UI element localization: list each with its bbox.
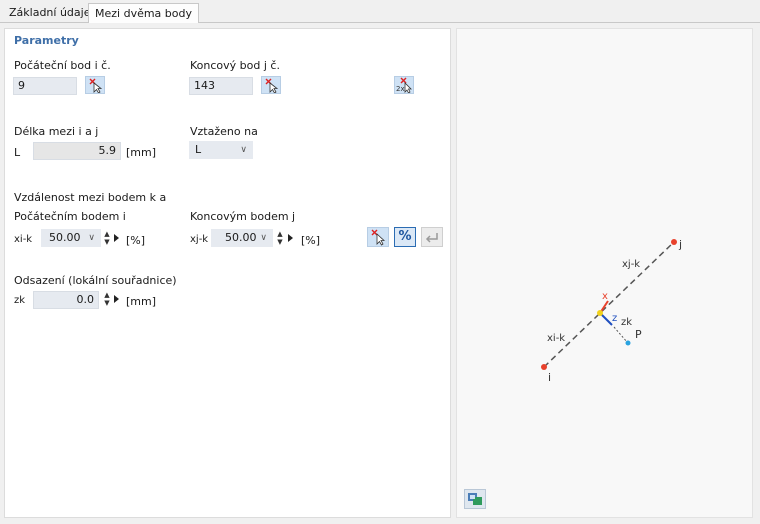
xjk-spinner[interactable]: ▲ ▼ (275, 230, 285, 248)
svg-text:2x: 2x (396, 85, 405, 93)
chevron-down-icon: ∨ (88, 233, 95, 243)
xjk-step-right-icon[interactable] (288, 234, 293, 242)
label-xik: xi-k (547, 333, 565, 344)
tab-bar: Základní údaje Mezi dvěma body (0, 0, 760, 23)
xjk-value: 50.00 (225, 231, 257, 244)
length-unit: [mm] (126, 146, 157, 159)
start-point-label: Počáteční bod i č. (14, 59, 111, 72)
chevron-down-icon: ∨ (260, 233, 267, 243)
point-j (671, 239, 677, 245)
from-end-label: Koncovým bodem j (190, 210, 296, 223)
point-i (541, 364, 547, 370)
from-start-label: Počátečním bodem i (14, 210, 126, 223)
point-p (625, 340, 631, 346)
xik-symbol: xi-k (14, 234, 33, 245)
zk-step-right-icon[interactable] (114, 295, 119, 303)
tab-between-two-points[interactable]: Mezi dvěma body (88, 3, 200, 23)
cursor-pick-two-icon: 2x (396, 77, 412, 94)
distance-title: Vzdálenost mezi bodem k a (14, 191, 167, 204)
line-i-j (543, 241, 675, 368)
display-options-button[interactable] (464, 489, 486, 509)
zk-unit: [mm] (126, 295, 157, 308)
point-k (597, 310, 603, 316)
chevron-down-icon: ∨ (240, 145, 247, 155)
label-x: x (602, 291, 608, 302)
percent-toggle-button[interactable]: % (394, 227, 416, 247)
xik-input[interactable]: 50.00 ∨ (41, 229, 101, 247)
label-j: j (678, 238, 682, 251)
xik-spinner[interactable]: ▲ ▼ (102, 230, 112, 248)
cursor-pick-icon (89, 78, 103, 94)
xjk-symbol: xj-k (190, 234, 209, 245)
zk-input[interactable]: 0.0 (33, 291, 99, 309)
reference-label: Vztaženo na (190, 125, 258, 138)
label-xjk: xj-k (622, 259, 640, 270)
label-z: z (612, 313, 617, 324)
diagram-panel: i j xj-k xi-k x z zk P (456, 28, 753, 518)
display-options-icon (468, 493, 482, 505)
length-value: 5.9 (33, 142, 121, 160)
reverse-direction-button[interactable] (421, 227, 443, 247)
point-diagram: i j xj-k xi-k x z zk P (541, 238, 682, 384)
start-point-input[interactable]: 9 (13, 77, 77, 95)
xjk-input[interactable]: 50.00 ∨ (211, 229, 273, 247)
pick-start-point-button[interactable] (85, 76, 105, 94)
parameters-panel: Parametry Počáteční bod i č. 9 Koncový b… (4, 28, 451, 518)
xik-unit: [%] (126, 234, 146, 247)
end-point-label: Koncový bod j č. (190, 59, 280, 72)
section-title-parameters: Parametry (14, 34, 79, 47)
end-point-input[interactable]: 143 (189, 77, 253, 95)
zk-spinner[interactable]: ▲ ▼ (102, 291, 112, 309)
xik-value: 50.00 (49, 231, 81, 244)
length-label: Délka mezi i a j (14, 125, 99, 138)
xjk-unit: [%] (301, 234, 321, 247)
offset-line (613, 326, 628, 343)
xik-step-right-icon[interactable] (114, 234, 119, 242)
zk-symbol: zk (14, 295, 26, 306)
tab-basic-data[interactable]: Základní údaje (3, 3, 96, 22)
pick-end-point-button[interactable] (261, 76, 281, 94)
pick-point-button[interactable] (367, 227, 389, 247)
label-zk: zk (621, 317, 632, 328)
pick-two-points-button[interactable]: 2x (394, 76, 414, 94)
reference-select-value: L (195, 143, 202, 156)
label-i: i (548, 371, 551, 384)
offset-title: Odsazení (lokální souřadnice) (14, 274, 177, 287)
label-p: P (635, 328, 642, 341)
cursor-pick-icon (265, 78, 279, 94)
cursor-pick-icon (371, 229, 386, 246)
length-symbol: L (14, 146, 21, 159)
return-arrow-icon (425, 233, 438, 243)
reference-select[interactable]: L ∨ (189, 141, 253, 159)
